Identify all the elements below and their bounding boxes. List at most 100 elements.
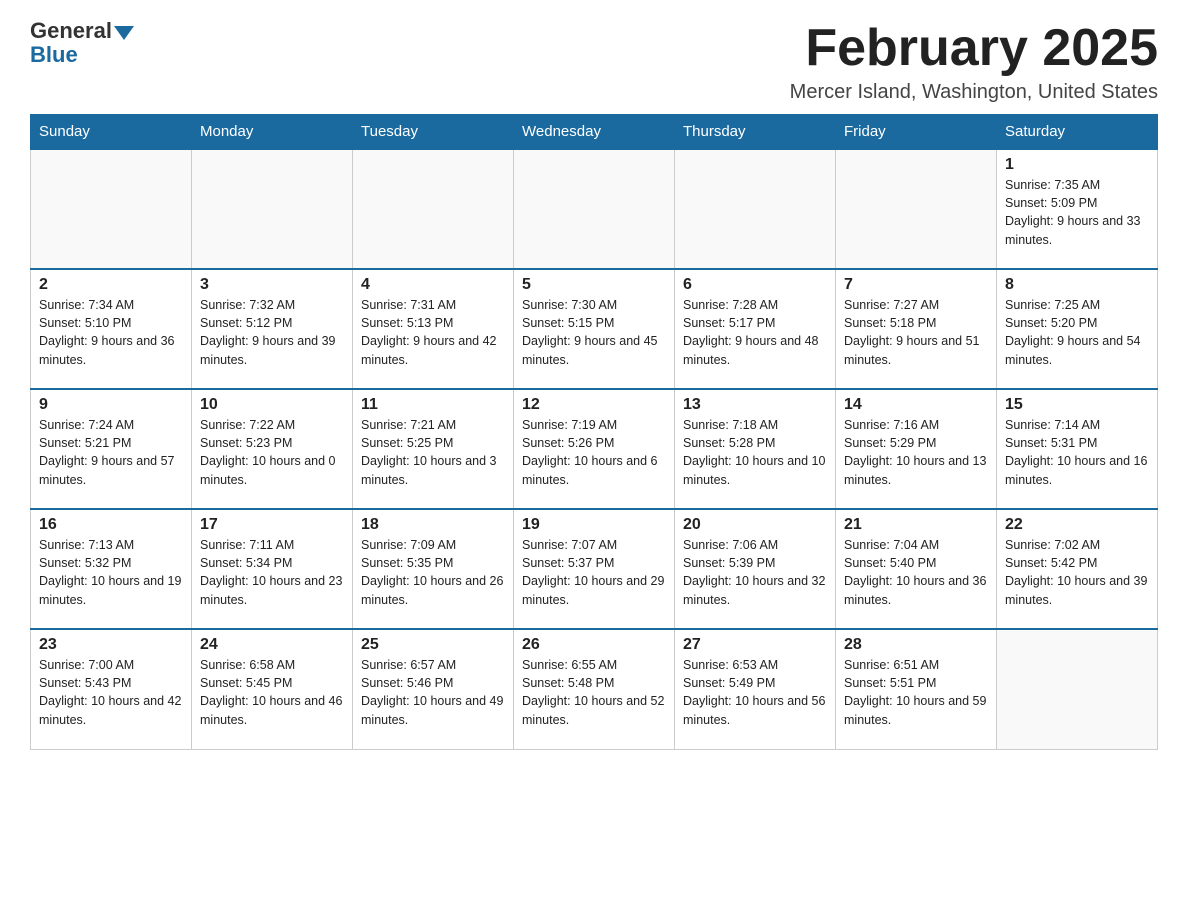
day-number: 11	[361, 396, 505, 414]
day-number: 19	[522, 516, 666, 534]
day-number: 20	[683, 516, 827, 534]
calendar-cell: 7Sunrise: 7:27 AMSunset: 5:18 PMDaylight…	[836, 269, 997, 389]
calendar-cell: 6 Sunrise: 7:28 AMSunset: 5:17 PMDaylight…	[675, 269, 836, 389]
day-number: 25	[361, 636, 505, 654]
calendar-week-row: 1Sunrise: 7:35 AMSunset: 5:09 PMDaylight…	[31, 149, 1158, 269]
day-sun-info: Sunrise: 7:16 AMSunset: 5:29 PMDaylight:…	[844, 416, 988, 489]
day-sun-info: Sunrise: 7:24 AMSunset: 5:21 PMDaylight:…	[39, 416, 183, 489]
calendar-cell	[192, 149, 353, 269]
day-number: 21	[844, 516, 988, 534]
day-sun-info: Sunrise: 7:04 AMSunset: 5:40 PMDaylight:…	[844, 536, 988, 609]
day-sun-info: Sunrise: 7:14 AMSunset: 5:31 PMDaylight:…	[1005, 416, 1149, 489]
calendar-day-header: Tuesday	[353, 115, 514, 150]
day-sun-info: Sunrise: 7:09 AMSunset: 5:35 PMDaylight:…	[361, 536, 505, 609]
day-number: 14	[844, 396, 988, 414]
day-sun-info: Sunrise: 7:19 AMSunset: 5:26 PMDaylight:…	[522, 416, 666, 489]
day-number: 22	[1005, 516, 1149, 534]
calendar-cell: 9 Sunrise: 7:24 AMSunset: 5:21 PMDaylight…	[31, 389, 192, 509]
calendar-cell: 11 Sunrise: 7:21 AMSunset: 5:25 PMDayligh…	[353, 389, 514, 509]
calendar-cell: 25 Sunrise: 6:57 AMSunset: 5:46 PMDayligh…	[353, 629, 514, 749]
day-number: 28	[844, 636, 988, 654]
day-sun-info: Sunrise: 7:07 AMSunset: 5:37 PMDaylight:…	[522, 536, 666, 609]
day-sun-info: Sunrise: 7:18 AMSunset: 5:28 PMDaylight:…	[683, 416, 827, 489]
day-number: 7	[844, 276, 988, 294]
day-number: 26	[522, 636, 666, 654]
calendar-cell: 12 Sunrise: 7:19 AMSunset: 5:26 PMDayligh…	[514, 389, 675, 509]
calendar-header-row: SundayMondayTuesdayWednesdayThursdayFrid…	[31, 115, 1158, 150]
calendar-cell	[353, 149, 514, 269]
calendar-cell: 22 Sunrise: 7:02 AMSunset: 5:42 PMDayligh…	[997, 509, 1158, 629]
calendar-cell: 27Sunrise: 6:53 AMSunset: 5:49 PMDayligh…	[675, 629, 836, 749]
day-sun-info: Sunrise: 7:34 AMSunset: 5:10 PMDaylight:…	[39, 296, 183, 369]
calendar-week-row: 2 Sunrise: 7:34 AMSunset: 5:10 PMDaylight…	[31, 269, 1158, 389]
calendar-cell: 4 Sunrise: 7:31 AMSunset: 5:13 PMDaylight…	[353, 269, 514, 389]
day-number: 2	[39, 276, 183, 294]
title-area: February 2025 Mercer Island, Washington,…	[790, 20, 1158, 104]
calendar-cell: 1Sunrise: 7:35 AMSunset: 5:09 PMDaylight…	[997, 149, 1158, 269]
day-number: 17	[200, 516, 344, 534]
calendar-day-header: Wednesday	[514, 115, 675, 150]
day-sun-info: Sunrise: 7:00 AMSunset: 5:43 PMDaylight:…	[39, 656, 183, 729]
logo-general-text: General	[30, 20, 112, 42]
calendar-cell: 14 Sunrise: 7:16 AMSunset: 5:29 PMDayligh…	[836, 389, 997, 509]
logo-blue-text: Blue	[30, 42, 78, 68]
day-number: 13	[683, 396, 827, 414]
calendar-cell	[675, 149, 836, 269]
calendar-week-row: 9 Sunrise: 7:24 AMSunset: 5:21 PMDaylight…	[31, 389, 1158, 509]
day-number: 16	[39, 516, 183, 534]
calendar-cell: 20 Sunrise: 7:06 AMSunset: 5:39 PMDayligh…	[675, 509, 836, 629]
day-number: 10	[200, 396, 344, 414]
day-number: 5	[522, 276, 666, 294]
calendar-table: SundayMondayTuesdayWednesdayThursdayFrid…	[30, 114, 1158, 750]
day-number: 27	[683, 636, 827, 654]
calendar-day-header: Saturday	[997, 115, 1158, 150]
page-header: General Blue February 2025 Mercer Island…	[30, 20, 1158, 104]
day-sun-info: Sunrise: 7:30 AMSunset: 5:15 PMDaylight:…	[522, 296, 666, 369]
day-number: 6	[683, 276, 827, 294]
calendar-day-header: Friday	[836, 115, 997, 150]
calendar-cell: 16 Sunrise: 7:13 AMSunset: 5:32 PMDayligh…	[31, 509, 192, 629]
day-number: 1	[1005, 156, 1149, 174]
calendar-cell: 10 Sunrise: 7:22 AMSunset: 5:23 PMDayligh…	[192, 389, 353, 509]
day-number: 3	[200, 276, 344, 294]
calendar-cell	[514, 149, 675, 269]
calendar-day-header: Thursday	[675, 115, 836, 150]
day-sun-info: Sunrise: 6:58 AMSunset: 5:45 PMDaylight:…	[200, 656, 344, 729]
calendar-cell: 5 Sunrise: 7:30 AMSunset: 5:15 PMDaylight…	[514, 269, 675, 389]
calendar-cell: 19 Sunrise: 7:07 AMSunset: 5:37 PMDayligh…	[514, 509, 675, 629]
calendar-cell	[836, 149, 997, 269]
month-title: February 2025	[790, 20, 1158, 77]
calendar-day-header: Monday	[192, 115, 353, 150]
day-sun-info: Sunrise: 7:28 AMSunset: 5:17 PMDaylight:…	[683, 296, 827, 369]
calendar-cell: 23Sunrise: 7:00 AMSunset: 5:43 PMDayligh…	[31, 629, 192, 749]
day-sun-info: Sunrise: 7:11 AMSunset: 5:34 PMDaylight:…	[200, 536, 344, 609]
calendar-week-row: 16 Sunrise: 7:13 AMSunset: 5:32 PMDayligh…	[31, 509, 1158, 629]
day-sun-info: Sunrise: 6:51 AMSunset: 5:51 PMDaylight:…	[844, 656, 988, 729]
day-number: 12	[522, 396, 666, 414]
day-sun-info: Sunrise: 6:55 AMSunset: 5:48 PMDaylight:…	[522, 656, 666, 729]
day-sun-info: Sunrise: 7:22 AMSunset: 5:23 PMDaylight:…	[200, 416, 344, 489]
day-number: 4	[361, 276, 505, 294]
day-number: 18	[361, 516, 505, 534]
day-sun-info: Sunrise: 7:32 AMSunset: 5:12 PMDaylight:…	[200, 296, 344, 369]
calendar-week-row: 23Sunrise: 7:00 AMSunset: 5:43 PMDayligh…	[31, 629, 1158, 749]
day-sun-info: Sunrise: 7:06 AMSunset: 5:39 PMDaylight:…	[683, 536, 827, 609]
calendar-cell: 15Sunrise: 7:14 AMSunset: 5:31 PMDayligh…	[997, 389, 1158, 509]
day-sun-info: Sunrise: 7:31 AMSunset: 5:13 PMDaylight:…	[361, 296, 505, 369]
logo-arrow-icon	[114, 26, 134, 40]
day-number: 8	[1005, 276, 1149, 294]
calendar-cell	[997, 629, 1158, 749]
calendar-cell: 24 Sunrise: 6:58 AMSunset: 5:45 PMDayligh…	[192, 629, 353, 749]
day-number: 24	[200, 636, 344, 654]
calendar-cell: 8Sunrise: 7:25 AMSunset: 5:20 PMDaylight…	[997, 269, 1158, 389]
logo: General Blue	[30, 20, 136, 68]
calendar-cell: 18 Sunrise: 7:09 AMSunset: 5:35 PMDayligh…	[353, 509, 514, 629]
calendar-cell: 28 Sunrise: 6:51 AMSunset: 5:51 PMDayligh…	[836, 629, 997, 749]
calendar-cell: 2 Sunrise: 7:34 AMSunset: 5:10 PMDaylight…	[31, 269, 192, 389]
day-sun-info: Sunrise: 7:13 AMSunset: 5:32 PMDaylight:…	[39, 536, 183, 609]
day-sun-info: Sunrise: 6:57 AMSunset: 5:46 PMDaylight:…	[361, 656, 505, 729]
calendar-cell: 26 Sunrise: 6:55 AMSunset: 5:48 PMDayligh…	[514, 629, 675, 749]
day-sun-info: Sunrise: 7:21 AMSunset: 5:25 PMDaylight:…	[361, 416, 505, 489]
day-number: 9	[39, 396, 183, 414]
day-sun-info: Sunrise: 7:02 AMSunset: 5:42 PMDaylight:…	[1005, 536, 1149, 609]
